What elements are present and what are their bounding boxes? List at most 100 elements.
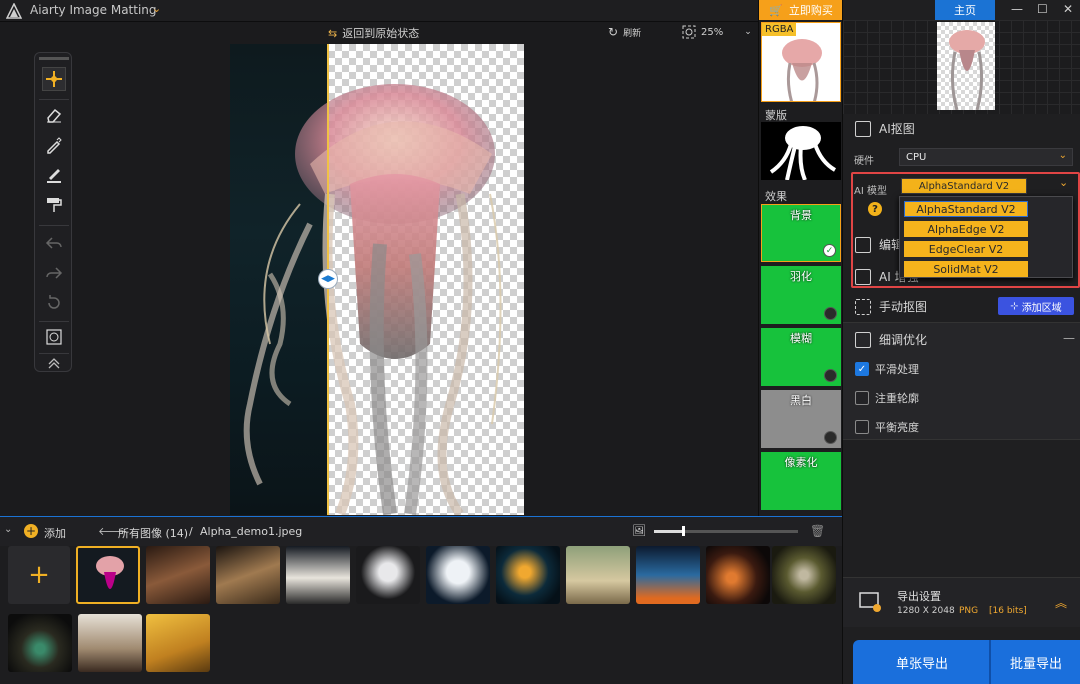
- gallery-thumb-11[interactable]: [772, 546, 836, 604]
- undo-icon[interactable]: [42, 231, 66, 255]
- refresh-icon: ↻: [608, 25, 619, 39]
- refresh-button[interactable]: ↻ 刷新: [608, 25, 641, 39]
- app-menu-chevron-icon[interactable]: ⌄: [152, 2, 161, 15]
- effect-pixelate-thumb[interactable]: 像素化: [761, 452, 841, 510]
- manual-matting-section: 手动抠图: [855, 298, 927, 315]
- maximize-icon[interactable]: ☐: [1037, 2, 1048, 16]
- fine-tune-header[interactable]: 细调优化: [855, 331, 927, 348]
- breadcrumb-separator: /: [189, 525, 193, 538]
- add-label[interactable]: 添加: [44, 525, 66, 541]
- radio-icon: [824, 307, 837, 320]
- collapse-toolbar-icon[interactable]: [42, 353, 66, 371]
- export-bits: [16 bits]: [989, 606, 1027, 616]
- batch-export-button[interactable]: 批量导出: [989, 640, 1080, 684]
- reset-icon[interactable]: [42, 291, 66, 315]
- gallery-thumb-8[interactable]: [566, 546, 630, 604]
- brightness-option[interactable]: 平衡亮度: [855, 419, 919, 435]
- gallery-toolbar: ⌄ + 添加 🡐 所有图像 (14) / Alpha_demo1.jpeg 🖼 …: [0, 516, 842, 546]
- effect-blur-thumb[interactable]: 模糊: [761, 328, 841, 386]
- gallery-thumb-13[interactable]: [78, 614, 142, 672]
- option-label: 平衡亮度: [875, 421, 919, 434]
- export-format: PNG: [959, 606, 979, 616]
- fine-tune-icon: [855, 331, 871, 348]
- settings-panel: 主页 — ☐ ✕ AI抠图 硬件 CPU ⌄ AI 模型 AlphaStanda…: [842, 0, 1080, 684]
- mask-view-thumb[interactable]: [761, 122, 841, 180]
- move-tool-icon[interactable]: [42, 67, 66, 91]
- add-icon[interactable]: +: [24, 524, 38, 538]
- brush-icon[interactable]: [42, 133, 66, 157]
- chevron-down-icon: ⌄: [1058, 150, 1067, 161]
- redo-icon[interactable]: [42, 261, 66, 285]
- effect-label: 模糊: [790, 332, 812, 345]
- refresh-label: 刷新: [623, 28, 642, 39]
- smooth-option[interactable]: ✓ 平滑处理: [855, 361, 919, 377]
- gallery-thumb-7[interactable]: [496, 546, 560, 604]
- all-images-breadcrumb[interactable]: 所有图像 (14): [118, 525, 188, 541]
- manual-select-icon: [855, 298, 871, 315]
- effect-label: 背景: [790, 209, 812, 222]
- collapse-icon[interactable]: —: [1063, 331, 1075, 345]
- gallery-thumb-3[interactable]: [216, 546, 280, 604]
- minimize-icon[interactable]: —: [1011, 2, 1023, 16]
- eraser-icon[interactable]: [42, 103, 66, 127]
- collapse-gallery-icon[interactable]: ⌄: [4, 524, 12, 535]
- left-toolbar: [34, 52, 72, 372]
- rgba-view-thumb[interactable]: RGBA: [761, 22, 841, 102]
- gallery-thumb-9[interactable]: [636, 546, 700, 604]
- gallery-thumb-14[interactable]: [146, 614, 210, 672]
- plus-icon: ⊹: [1010, 300, 1019, 312]
- ai-matting-section: AI抠图: [855, 120, 915, 137]
- trash-icon[interactable]: 🗑: [810, 524, 825, 538]
- add-image-button[interactable]: +: [8, 546, 70, 604]
- effect-label: 羽化: [790, 270, 812, 283]
- thumb-size-slider[interactable]: [654, 526, 798, 536]
- hardware-label: 硬件: [854, 156, 874, 167]
- paint-roller-icon[interactable]: [42, 193, 66, 217]
- gallery-thumb-2[interactable]: [146, 546, 210, 604]
- export-settings[interactable]: 导出设置 1280 X 2048 PNG [16 bits] ︽: [843, 577, 1080, 627]
- add-region-label: 添加区域: [1021, 302, 1062, 314]
- manual-matting-title: 手动抠图: [879, 300, 928, 314]
- hardware-select[interactable]: CPU ⌄: [899, 148, 1073, 166]
- effect-bw-thumb[interactable]: 黑白: [761, 390, 841, 448]
- ai-matting-title: AI抠图: [879, 122, 915, 136]
- export-settings-title: 导出设置: [897, 590, 941, 603]
- add-region-button[interactable]: ⊹ 添加区域: [998, 297, 1074, 315]
- smooth-brush-icon[interactable]: [42, 163, 66, 187]
- export-size: 1280 X 2048: [897, 606, 955, 616]
- compare-handle-icon[interactable]: ◀▶: [318, 269, 338, 289]
- radio-icon: [824, 431, 837, 444]
- app-title: Aiarty Image Matting: [30, 3, 157, 17]
- back-to-original-button[interactable]: ⇆ 返回到原始状态: [328, 25, 419, 41]
- contour-option[interactable]: 注重轮廓: [855, 390, 919, 406]
- ai-matting-icon: [855, 120, 871, 137]
- image-gallery: +: [0, 546, 842, 684]
- slider-fill: [654, 530, 683, 533]
- select-region-icon[interactable]: [42, 325, 66, 349]
- fine-tune-section: 细调优化 — ✓ 平滑处理 注重轮廓 平衡亮度: [843, 322, 1080, 440]
- buy-now-button[interactable]: 🛒 立即购买: [759, 0, 843, 20]
- cart-icon: 🛒: [769, 3, 783, 17]
- checkbox-icon: [855, 420, 869, 434]
- option-label: 注重轮廓: [875, 392, 919, 405]
- zoom-chevron-icon: ⌄: [744, 27, 752, 37]
- gallery-thumb-12[interactable]: [8, 614, 72, 672]
- title-bar: Aiarty Image Matting ⌄: [0, 0, 758, 22]
- gallery-thumb-10[interactable]: [706, 546, 770, 604]
- gallery-thumb-4[interactable]: [286, 546, 350, 604]
- zoom-select[interactable]: 25% ⌄: [682, 25, 752, 39]
- gallery-thumb-1[interactable]: [76, 546, 140, 604]
- home-tab[interactable]: 主页: [935, 0, 995, 20]
- gallery-thumb-5[interactable]: [356, 546, 420, 604]
- app-logo-icon: [6, 3, 22, 19]
- gallery-thumb-6[interactable]: [426, 546, 490, 604]
- chevron-up-icon[interactable]: ︽: [1055, 594, 1067, 611]
- effect-feather-thumb[interactable]: 羽化: [761, 266, 841, 324]
- rgba-label: RGBA: [762, 23, 797, 36]
- reset-compare-icon: ⇆: [328, 26, 338, 40]
- effect-background-thumb[interactable]: 背景 ✓: [761, 204, 841, 262]
- single-export-button[interactable]: 单张导出: [853, 640, 991, 684]
- slider-handle[interactable]: [681, 526, 685, 536]
- close-icon[interactable]: ✕: [1063, 2, 1073, 16]
- image-preview[interactable]: ◀▶: [230, 44, 524, 515]
